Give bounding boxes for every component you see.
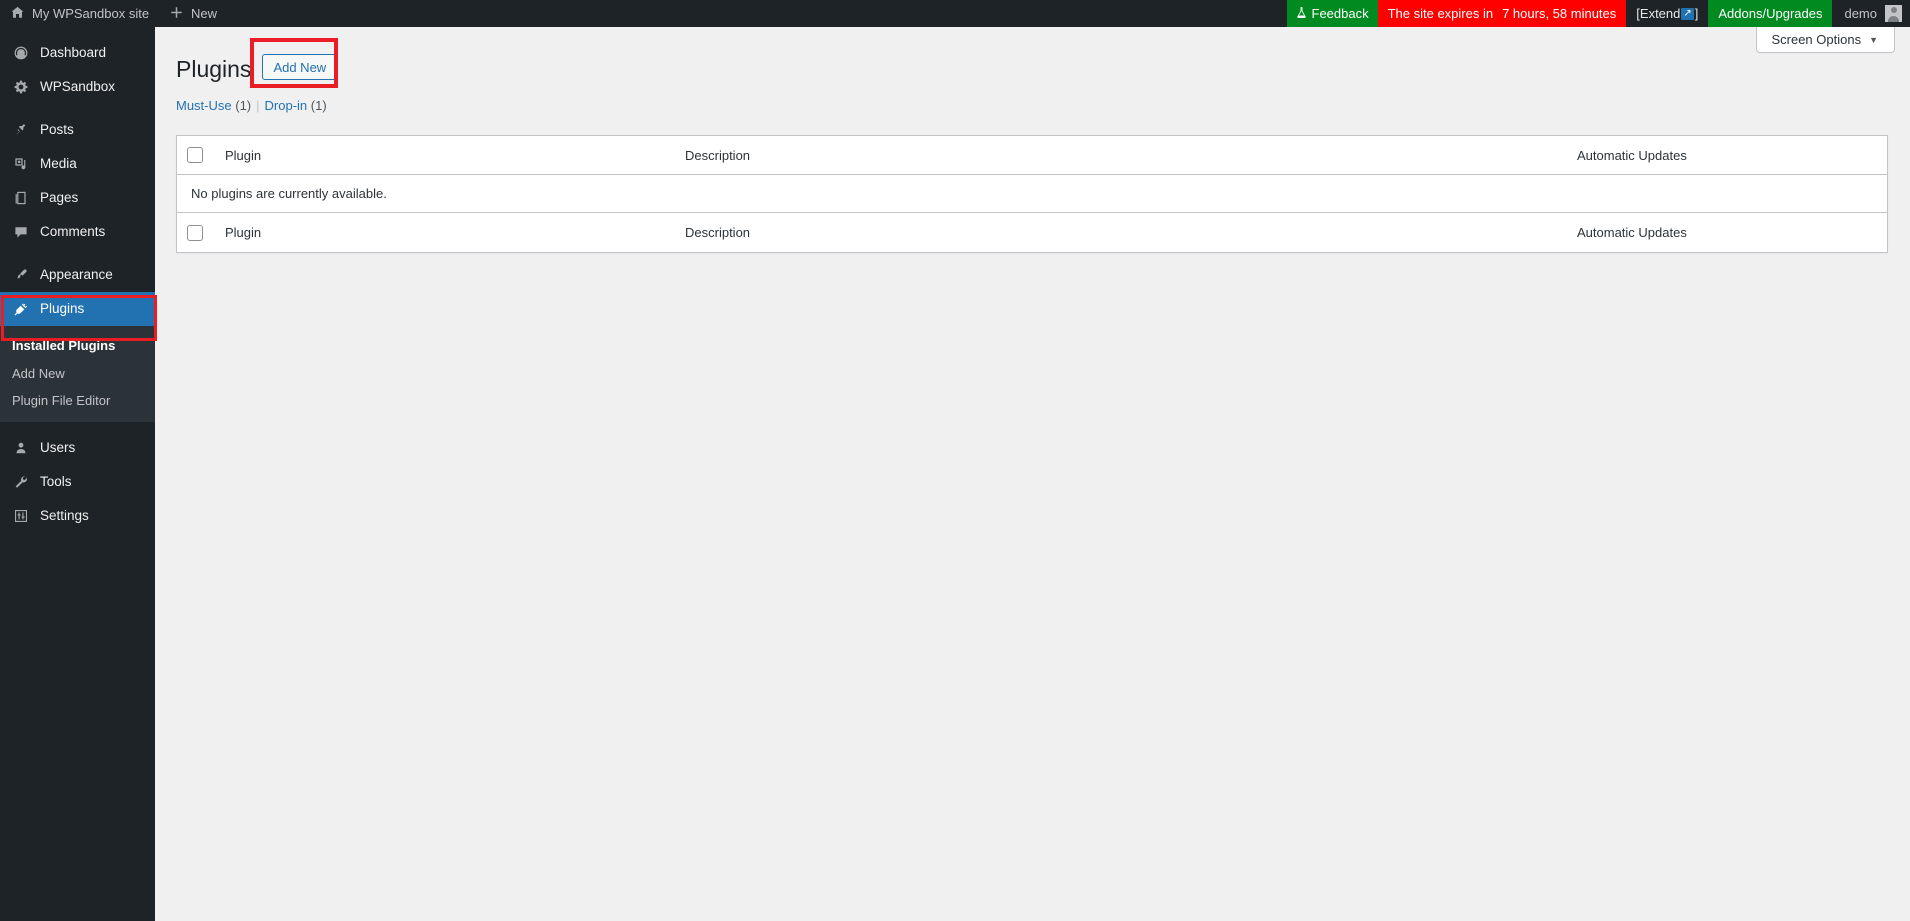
adminbar-user-label: demo [1844, 6, 1877, 21]
adminbar-addons-label: Addons/Upgrades [1718, 6, 1823, 21]
sidebar-item-label: WPSandbox [40, 79, 116, 95]
filter-drop-in[interactable]: Drop-in (1) [265, 98, 327, 113]
adminbar-new-label: New [191, 6, 218, 21]
pages-icon [10, 190, 31, 206]
column-header-automatic-updates: Automatic Updates [1567, 136, 1887, 176]
filter-drop-in-link[interactable]: Drop-in [265, 98, 308, 113]
media-icon [10, 156, 31, 172]
adminbar-extend-button[interactable]: [Extend ↗] [1626, 0, 1709, 27]
sidebar-item-label: Posts [40, 122, 74, 138]
home-icon [10, 5, 25, 23]
plugins-table: Plugin Description Automatic Updates No … [176, 134, 1888, 254]
column-header-description: Description [675, 136, 1567, 176]
adminbar-expiry-value: 7 hours, 58 minutes [1502, 6, 1617, 21]
pin-icon [10, 122, 31, 138]
sidebar-subitem-add-new[interactable]: Add New [0, 360, 155, 388]
sidebar-item-plugins[interactable]: Plugins [0, 292, 155, 326]
main-content: Screen Options ▼ Plugins Add New Must-Us… [155, 27, 1910, 921]
brush-icon [10, 267, 31, 283]
sidebar-subitem-installed-plugins[interactable]: Installed Plugins [0, 332, 155, 360]
sidebar-item-label: Comments [40, 224, 106, 240]
sidebar-item-label: Tools [40, 473, 72, 489]
sidebar-item-dashboard[interactable]: Dashboard [0, 36, 155, 70]
plugins-table-foot: Plugin Description Automatic Updates [177, 212, 1887, 252]
filter-divider: | [256, 97, 260, 113]
comment-icon [10, 224, 31, 240]
adminbar-spacer [227, 0, 1286, 27]
sidebar-separator [0, 249, 155, 258]
column-footer-automatic-updates: Automatic Updates [1567, 212, 1887, 252]
sidebar-item-comments[interactable]: Comments [0, 215, 155, 249]
filter-must-use-link[interactable]: Must-Use [176, 98, 232, 113]
adminbar-site-name-label: My WPSandbox site [32, 6, 150, 21]
filter-must-use-count: (1) [235, 97, 252, 113]
sidebar-top-gap [0, 27, 155, 36]
adminbar-extend-open: [Extend [1636, 6, 1681, 21]
no-plugins-message: No plugins are currently available. [191, 186, 387, 202]
page-title-row: Plugins Add New [176, 37, 1890, 89]
adminbar-feedback-button[interactable]: Feedback [1286, 0, 1378, 27]
plus-icon [169, 5, 184, 23]
sidebar-item-tools[interactable]: Tools [0, 465, 155, 499]
select-all-checkbox-footer[interactable] [187, 225, 203, 242]
sidebar-item-settings[interactable]: Settings [0, 499, 155, 533]
sidebar-item-label: Settings [40, 507, 89, 523]
select-all-checkbox[interactable] [187, 147, 203, 164]
page-title: Plugins [176, 56, 252, 82]
gear-icon [10, 79, 31, 95]
dashboard-icon [10, 45, 31, 61]
filter-drop-in-label: Drop-in [264, 97, 308, 113]
column-header-plugin[interactable]: Plugin [215, 136, 675, 176]
add-new-plugin-button[interactable]: Add New [262, 54, 338, 81]
adminbar-site-name[interactable]: My WPSandbox site [0, 0, 159, 27]
sidebar-separator [0, 104, 155, 113]
sidebar-item-pages[interactable]: Pages [0, 181, 155, 215]
filter-must-use-label: Must-Use [176, 97, 232, 113]
adminbar-feedback-label: Feedback [1311, 6, 1369, 21]
flask-icon [1296, 6, 1307, 21]
sidebar-item-label: Appearance [40, 267, 113, 283]
adminbar-user-menu[interactable]: demo [1832, 0, 1910, 27]
adminbar-new-content[interactable]: New [159, 0, 227, 27]
user-icon [10, 440, 31, 456]
plugins-table-head: Plugin Description Automatic Updates [177, 136, 1887, 176]
adminbar-extend-close: ] [1694, 6, 1699, 21]
plug-icon [10, 301, 31, 317]
column-footer-description: Description [675, 212, 1567, 252]
sidebar-item-label: Media [40, 156, 77, 172]
plugins-table-body: No plugins are currently available. [177, 175, 1887, 212]
table-row: No plugins are currently available. [177, 175, 1887, 212]
wrench-icon [10, 474, 31, 490]
sidebar-item-label: Users [40, 439, 76, 455]
sidebar-item-label: Dashboard [40, 45, 107, 61]
external-link-icon: ↗ [1681, 7, 1694, 20]
filter-drop-in-count: (1) [310, 97, 327, 113]
admin-bar: My WPSandbox site New Feedback The site … [0, 0, 1910, 27]
sidebar-item-users[interactable]: Users [0, 431, 155, 465]
sidebar-subitem-plugin-file-editor[interactable]: Plugin File Editor [0, 387, 155, 415]
sidebar-item-label: Plugins [40, 301, 85, 317]
admin-sidebar: Dashboard WPSandbox Posts Media Pages Co… [0, 27, 155, 921]
sidebar-item-label: Pages [40, 190, 79, 206]
select-all-footer-header [177, 212, 215, 252]
table-header-row: Plugin Description Automatic Updates [177, 136, 1887, 176]
adminbar-addons-upgrades-button[interactable]: Addons/Upgrades [1708, 0, 1833, 27]
sidebar-item-media[interactable]: Media [0, 147, 155, 181]
sidebar-item-wpsandbox[interactable]: WPSandbox [0, 70, 155, 104]
sidebar-separator [0, 422, 155, 431]
select-all-header [177, 136, 215, 176]
avatar [1885, 5, 1902, 22]
table-footer-row: Plugin Description Automatic Updates [177, 212, 1887, 252]
adminbar-expiry-notice: The site expires in 7 hours, 58 minutes [1377, 0, 1627, 27]
adminbar-expiry-prefix: The site expires in [1387, 6, 1494, 21]
column-footer-plugin[interactable]: Plugin [215, 212, 675, 252]
filter-must-use[interactable]: Must-Use (1) [176, 98, 251, 113]
plugins-page-wrap: Plugins Add New Must-Use (1) | Drop-in (… [155, 27, 1910, 254]
settings-icon [10, 508, 31, 524]
sidebar-item-posts[interactable]: Posts [0, 113, 155, 147]
sidebar-item-appearance[interactable]: Appearance [0, 258, 155, 292]
sidebar-submenu-plugins: Installed Plugins Add New Plugin File Ed… [0, 326, 155, 422]
plugin-status-filters: Must-Use (1) | Drop-in (1) [176, 98, 1890, 113]
